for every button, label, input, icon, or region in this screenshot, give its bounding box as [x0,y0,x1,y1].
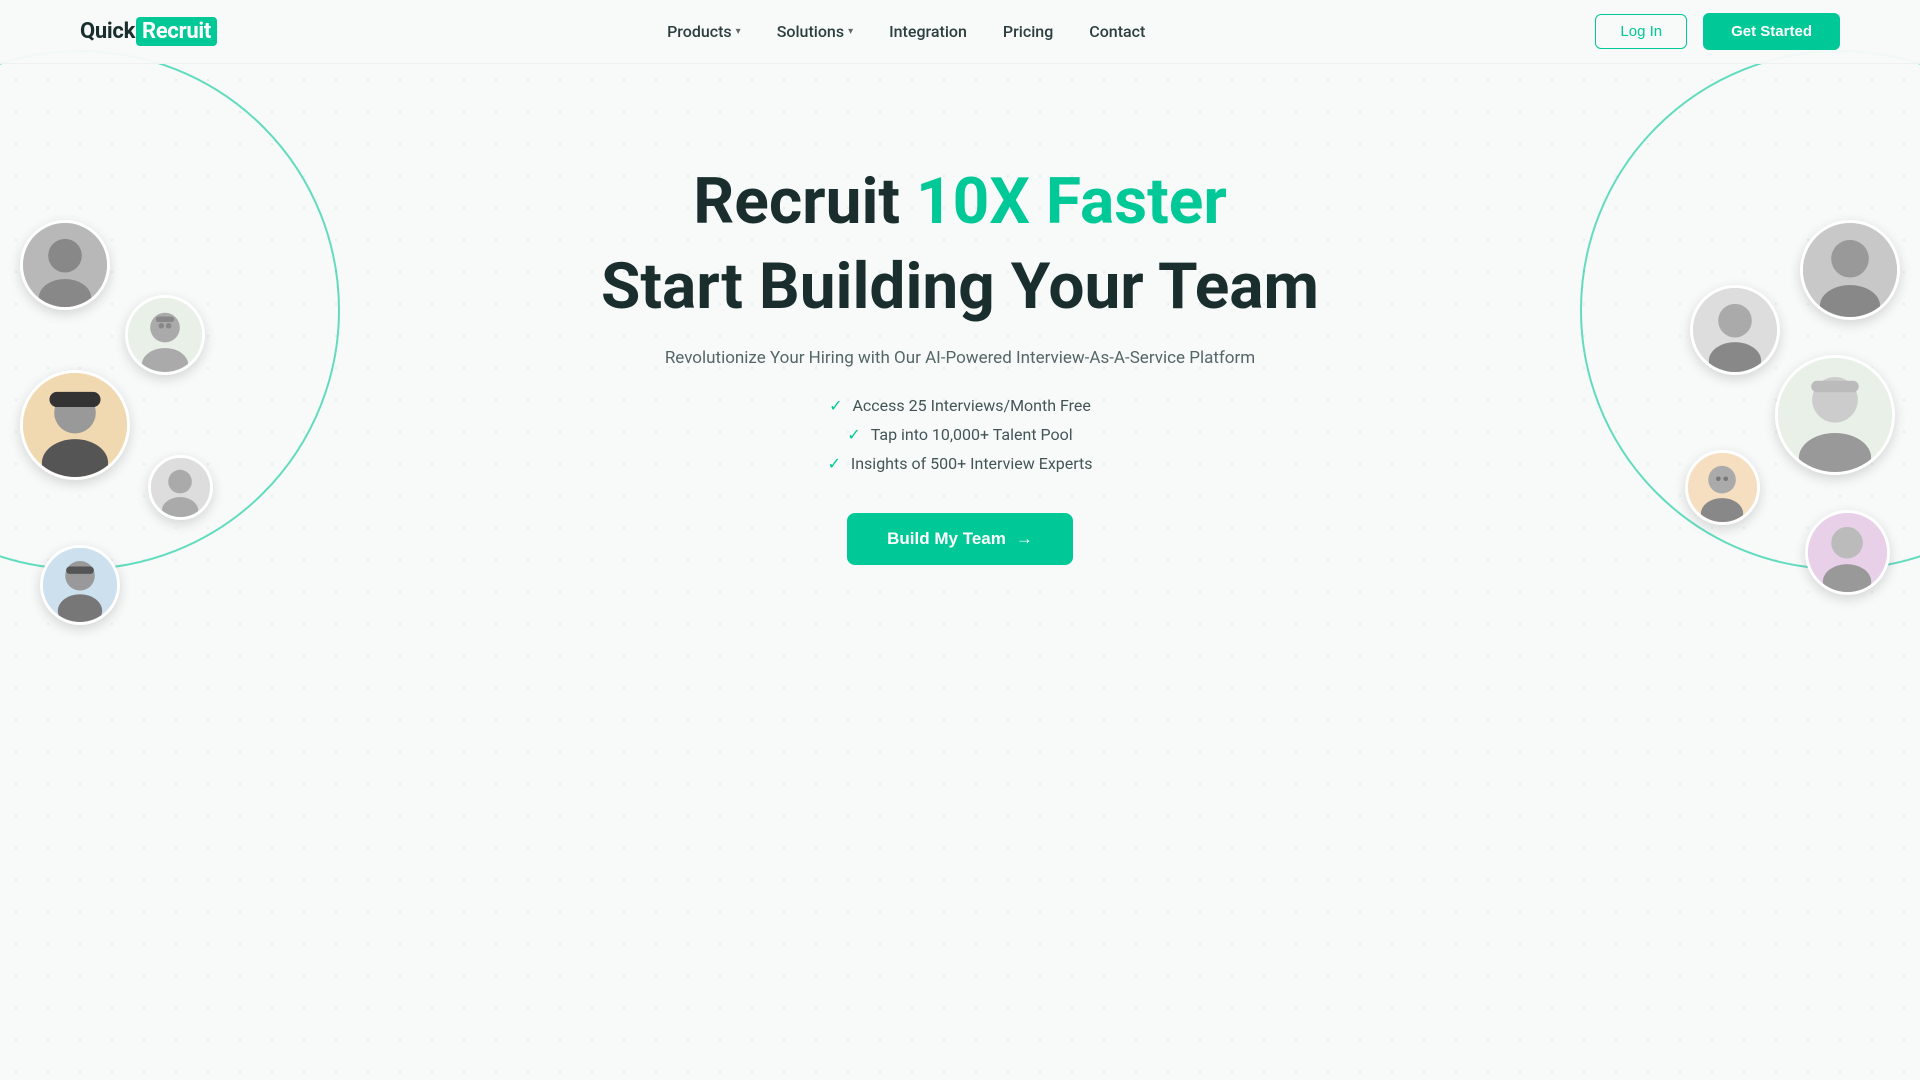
hero-title-line2: Start Building Your Team [601,249,1319,324]
avatar-right-4 [1685,450,1760,525]
avatar-left-4 [148,455,213,520]
nav-item-contact[interactable]: Contact [1089,22,1145,41]
get-started-button[interactable]: Get Started [1703,13,1840,50]
avatar-right-1 [1800,220,1900,320]
chevron-down-icon: ▾ [848,26,853,37]
nav-item-pricing[interactable]: Pricing [1003,22,1053,41]
arrow-icon: → [1016,529,1033,549]
hero-title-prefix: Recruit [693,164,916,239]
nav-item-solutions[interactable]: Solutions ▾ [777,22,853,41]
nav-item-products[interactable]: Products ▾ [667,22,741,41]
logo: QuickRecruit [80,17,217,46]
logo-highlight: Recruit [136,17,217,46]
build-team-label: Build My Team [887,529,1006,549]
avatar-left-1 [20,220,110,310]
nav-links: Products ▾ Solutions ▾ Integration Prici… [667,22,1145,41]
avatar-left-5 [40,545,120,625]
check-icon-3: ✓ [827,454,840,473]
feature-item-1: ✓ Access 25 Interviews/Month Free [829,396,1091,415]
avatar-right-3 [1775,355,1895,475]
nav-actions: Log In Get Started [1595,13,1840,50]
feature-text-3: Insights of 500+ Interview Experts [851,454,1093,473]
check-icon-1: ✓ [829,396,842,415]
avatar-right-5 [1805,510,1890,595]
chevron-down-icon: ▾ [736,26,741,37]
hero-title-highlight: 10X Faster [916,164,1227,239]
feature-text-2: Tap into 10,000+ Talent Pool [871,425,1073,444]
feature-text-1: Access 25 Interviews/Month Free [852,396,1090,415]
avatar-left-3 [20,370,130,480]
check-icon-2: ✓ [847,425,860,444]
nav-link-products[interactable]: Products ▾ [667,22,741,41]
hero-description: Revolutionize Your Hiring with Our AI-Po… [665,348,1255,368]
nav-link-integration[interactable]: Integration [889,22,967,41]
feature-list: ✓ Access 25 Interviews/Month Free ✓ Tap … [827,396,1092,473]
login-button[interactable]: Log In [1595,14,1687,49]
feature-item-3: ✓ Insights of 500+ Interview Experts [827,454,1092,473]
navbar: QuickRecruit Products ▾ Solutions ▾ Inte… [0,0,1920,64]
logo-prefix: Quick [80,19,135,44]
hero-title-line1: Recruit 10X Faster [693,164,1227,241]
nav-link-solutions[interactable]: Solutions ▾ [777,22,853,41]
build-team-button[interactable]: Build My Team → [847,513,1073,565]
nav-item-integration[interactable]: Integration [889,22,967,41]
avatar-right-2 [1690,285,1780,375]
avatar-left-2 [125,295,205,375]
feature-item-2: ✓ Tap into 10,000+ Talent Pool [847,425,1072,444]
nav-link-pricing[interactable]: Pricing [1003,22,1053,41]
hero-section: Recruit 10X Faster Start Building Your T… [0,64,1920,565]
nav-link-contact[interactable]: Contact [1089,22,1145,41]
